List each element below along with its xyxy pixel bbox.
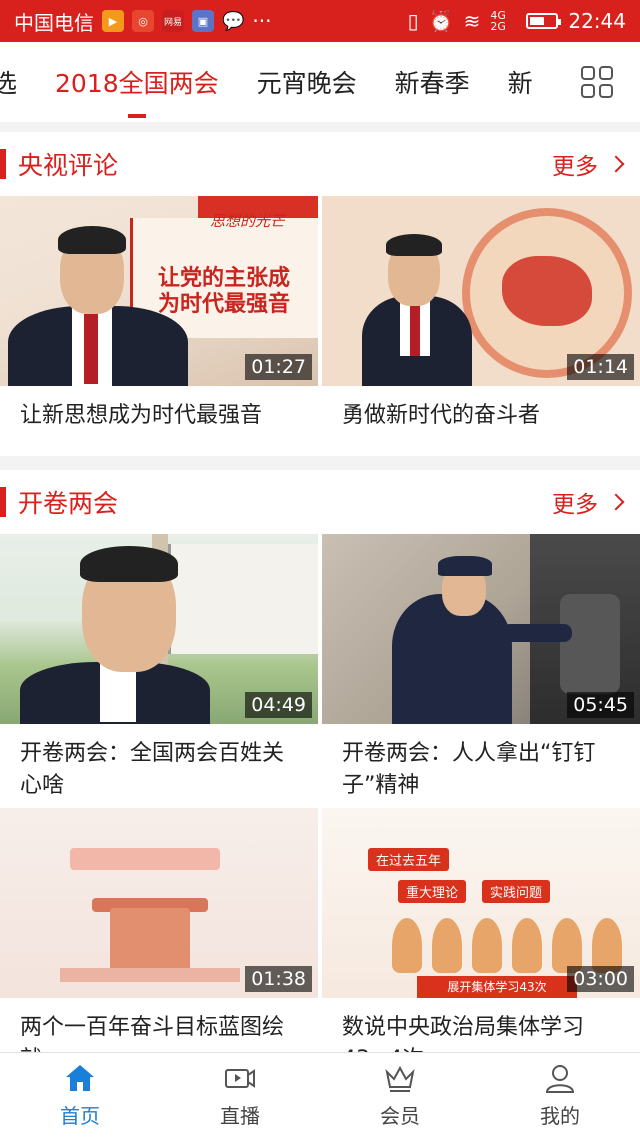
video-duration: 01:14 <box>567 354 634 380</box>
user-icon <box>545 1065 575 1093</box>
app-icon-video: ▣ <box>192 10 214 32</box>
tab-yuanxiao[interactable]: 元宵晚会 <box>257 64 357 100</box>
nav-member[interactable]: 会员 <box>320 1053 480 1138</box>
category-tabs: 选 2018全国两会 元宵晚会 新春季 新 <box>0 42 640 122</box>
video-duration: 04:49 <box>245 692 312 718</box>
battery-icon <box>526 13 562 29</box>
bottom-nav: 首页 直播 会员 我的 <box>0 1052 640 1138</box>
video-thumbnail[interactable]: 01:14 <box>322 196 640 386</box>
chevron-right-icon <box>607 493 625 511</box>
tab-new[interactable]: 新 <box>508 64 533 100</box>
crown-icon <box>385 1065 415 1092</box>
section-marker <box>0 149 6 179</box>
video-duration: 01:38 <box>245 966 312 992</box>
tab-selected[interactable]: 选 <box>0 64 17 100</box>
section-title: 开卷两会 <box>18 489 119 518</box>
tab-lianghui[interactable]: 2018全国两会 <box>55 64 219 118</box>
video-duration: 03:00 <box>567 966 634 992</box>
thumbnail-overlay-text: 让党的主张成为时代最强音 <box>158 266 291 317</box>
video-card[interactable]: 01:38 两个一百年奋斗目标蓝图绘就 <box>0 808 318 1082</box>
video-duration: 01:27 <box>245 354 312 380</box>
more-notifications: ··· <box>252 9 272 33</box>
video-duration: 05:45 <box>567 692 634 718</box>
video-title[interactable]: 开卷两会：全国两会百姓关心啥 <box>0 724 318 808</box>
alarm-icon: ⏰ <box>428 9 454 33</box>
video-thumbnail[interactable]: 01:38 <box>0 808 318 998</box>
app-icon-netease: 网易 <box>162 10 184 32</box>
nav-label: 直播 <box>220 1104 260 1128</box>
section-kaijuan-lianghui: 开卷两会 更多 04:49 开卷两会：全国两会百姓关心啥 05:45 开卷两会：… <box>0 470 640 1072</box>
thumbnail-overlay-title: 思想的光芒 <box>210 212 286 230</box>
nav-live[interactable]: 直播 <box>160 1053 320 1138</box>
nav-label: 会员 <box>380 1104 420 1128</box>
video-thumbnail[interactable]: 在过去五年 重大理论 实践问题 展开集体学习43次 03:00 <box>322 808 640 998</box>
grid-icon <box>581 66 613 98</box>
clock: 22:44 <box>568 9 626 33</box>
section-cctv-commentary: 央视评论 更多 思想的光芒 让党的主张成为时代最强音 01:27 让新思想成为时… <box>0 132 640 456</box>
app-icon-orange: ▶ <box>102 10 124 32</box>
nav-label: 我的 <box>540 1104 580 1128</box>
chat-bubble-icon: 💬 <box>222 10 245 32</box>
video-card[interactable]: 在过去五年 重大理论 实践问题 展开集体学习43次 03:00 数说中央政治局集… <box>322 808 640 1082</box>
video-card[interactable]: 思想的光芒 让党的主张成为时代最强音 01:27 让新思想成为时代最强音 <box>0 196 318 470</box>
video-camera-icon <box>225 1069 255 1088</box>
video-thumbnail[interactable]: 05:45 <box>322 534 640 724</box>
vibrate-icon: ▯ <box>407 9 419 33</box>
more-label: 更多 <box>552 154 598 180</box>
thumbnail-banner: 展开集体学习43次 <box>417 976 577 998</box>
app-icon-red: ◎ <box>132 10 154 32</box>
video-thumbnail[interactable]: 04:49 <box>0 534 318 724</box>
video-card[interactable]: 01:14 勇做新时代的奋斗者 <box>322 196 640 470</box>
video-title[interactable]: 开卷两会：人人拿出“钉钉子”精神 <box>322 724 640 808</box>
video-thumbnail[interactable]: 思想的光芒 让党的主张成为时代最强音 01:27 <box>0 196 318 386</box>
video-card[interactable]: 05:45 开卷两会：人人拿出“钉钉子”精神 <box>322 534 640 808</box>
wifi-icon: ≋ <box>463 9 481 33</box>
more-link[interactable]: 更多 <box>552 485 625 519</box>
thumbnail-tag: 重大理论 <box>398 880 467 903</box>
video-title[interactable]: 让新思想成为时代最强音 <box>0 386 318 470</box>
carrier-name: 中国电信 <box>14 10 94 35</box>
nav-label: 首页 <box>60 1104 100 1128</box>
section-title: 央视评论 <box>18 151 119 180</box>
thumbnail-tag: 实践问题 <box>482 880 551 903</box>
status-bar: 中国电信 ▶ ◎ 网易 ▣ 💬 ··· ▯ ⏰ ≋ 4G 2G 22:44 <box>0 0 640 42</box>
nav-home[interactable]: 首页 <box>0 1053 160 1138</box>
chevron-right-icon <box>607 155 625 173</box>
more-label: 更多 <box>552 492 598 518</box>
thumbnail-tag: 在过去五年 <box>368 848 450 871</box>
tab-xinchun[interactable]: 新春季 <box>395 64 470 100</box>
section-marker <box>0 487 6 517</box>
home-icon <box>66 1065 94 1091</box>
video-card[interactable]: 04:49 开卷两会：全国两会百姓关心啥 <box>0 534 318 808</box>
signal-icon: 4G 2G <box>490 9 506 33</box>
nav-profile[interactable]: 我的 <box>480 1053 640 1138</box>
all-categories-button[interactable] <box>554 42 640 122</box>
more-link[interactable]: 更多 <box>552 147 625 181</box>
video-title[interactable]: 勇做新时代的奋斗者 <box>322 386 640 470</box>
